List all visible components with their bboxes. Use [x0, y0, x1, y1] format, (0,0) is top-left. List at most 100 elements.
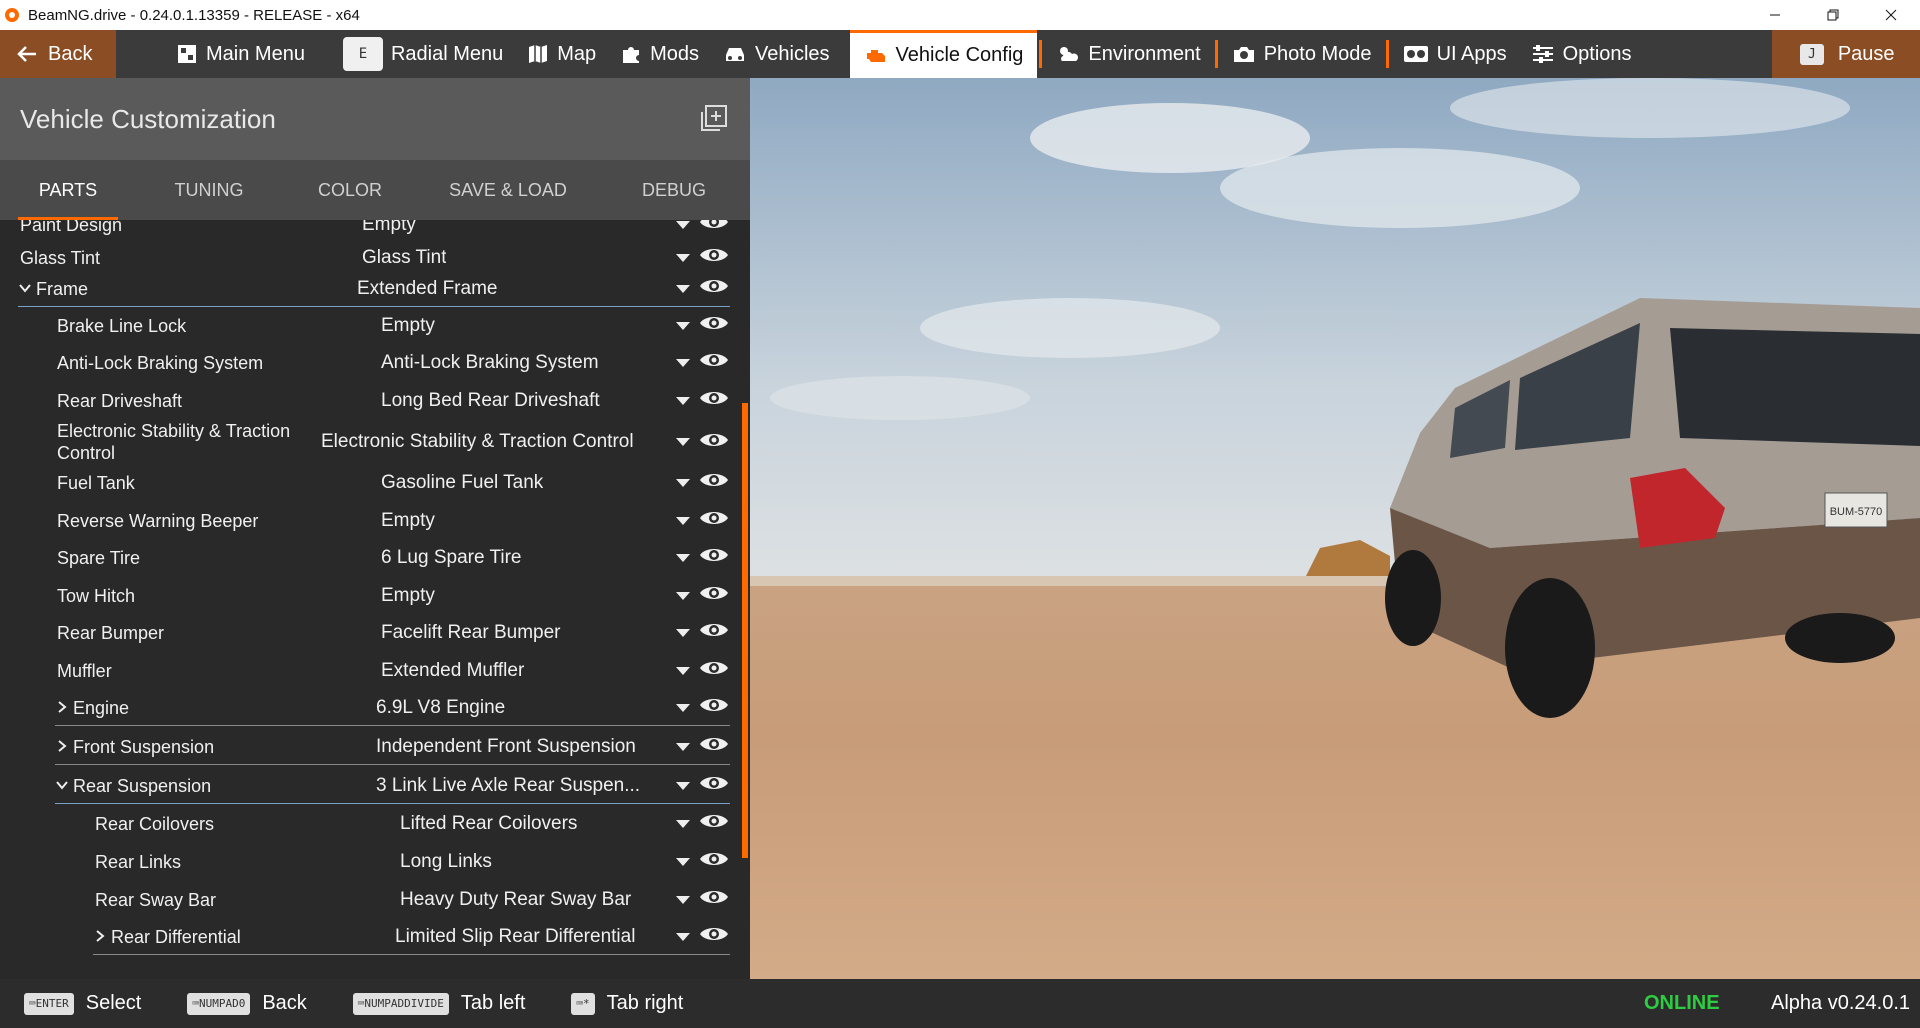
nav-mods[interactable]: Mods — [608, 30, 711, 78]
dropdown-caret-icon[interactable] — [676, 666, 690, 675]
parts-scrollbar[interactable] — [742, 403, 748, 858]
tab-parts[interactable]: PARTS — [0, 160, 136, 220]
dropdown-caret-icon[interactable] — [676, 591, 690, 600]
part-select-value[interactable]: Empty — [362, 220, 416, 236]
nav-environment[interactable]: Environment — [1044, 30, 1212, 78]
visibility-toggle[interactable] — [699, 773, 729, 798]
part-row[interactable]: Tow Hitch Empty — [0, 577, 730, 614]
part-select-value[interactable]: Limited Slip Rear Differential — [395, 926, 635, 948]
part-row[interactable]: Rear Bumper Facelift Rear Bumper — [0, 614, 730, 651]
nav-photo-mode[interactable]: Photo Mode — [1220, 30, 1384, 78]
part-select-value[interactable]: Facelift Rear Bumper — [381, 622, 561, 644]
part-select-value[interactable]: Gasoline Fuel Tank — [381, 472, 543, 494]
part-row[interactable]: Rear Coilovers Lifted Rear Coilovers — [0, 805, 730, 842]
dropdown-caret-icon[interactable] — [676, 358, 690, 367]
minimize-button[interactable] — [1746, 0, 1804, 30]
part-row[interactable]: Muffler Extended Muffler — [0, 652, 730, 689]
part-select-value[interactable]: 6.9L V8 Engine — [376, 697, 505, 719]
part-select-value[interactable]: Empty — [381, 510, 435, 532]
part-select-value[interactable]: Long Bed Rear Driveshaft — [381, 390, 600, 412]
visibility-toggle[interactable] — [699, 350, 729, 375]
pause-button[interactable]: J Pause — [1772, 30, 1920, 78]
part-row[interactable]: Spare Tire 6 Lug Spare Tire — [0, 539, 730, 576]
part-row[interactable]: Rear Links Long Links — [0, 843, 730, 880]
part-row[interactable]: Electronic Stability & Traction Control E… — [0, 416, 730, 468]
dropdown-caret-icon[interactable] — [676, 253, 690, 262]
visibility-toggle[interactable] — [699, 583, 729, 608]
close-window-button[interactable] — [1862, 0, 1920, 30]
part-select-value[interactable]: Empty — [381, 315, 435, 337]
tab-color[interactable]: COLOR — [282, 160, 418, 220]
nav-vehicles[interactable]: Vehicles — [711, 30, 842, 78]
nav-ui-apps[interactable]: UI Apps — [1391, 30, 1519, 78]
tab-save-load[interactable]: SAVE & LOAD — [418, 160, 598, 220]
part-row[interactable]: Brake Line Lock Empty — [0, 307, 730, 344]
dropdown-caret-icon[interactable] — [676, 396, 690, 405]
nav-map[interactable]: Map — [515, 30, 608, 78]
part-select-value[interactable]: Lifted Rear Coilovers — [400, 813, 577, 835]
dropdown-caret-icon[interactable] — [676, 321, 690, 330]
visibility-toggle[interactable] — [699, 388, 729, 413]
part-row[interactable]: Fuel Tank Gasoline Fuel Tank — [0, 464, 730, 501]
part-select-value[interactable]: Glass Tint — [362, 247, 446, 269]
part-select-value[interactable]: Extended Muffler — [381, 660, 524, 682]
visibility-toggle[interactable] — [699, 620, 729, 645]
nav-options[interactable]: Options — [1519, 30, 1644, 78]
visibility-toggle[interactable] — [699, 245, 729, 270]
visibility-toggle[interactable] — [699, 313, 729, 338]
part-row[interactable]: Reverse Warning Beeper Empty — [0, 502, 730, 539]
dropdown-caret-icon[interactable] — [676, 703, 690, 712]
part-select-value[interactable]: Long Links — [400, 851, 492, 873]
dropdown-caret-icon[interactable] — [676, 819, 690, 828]
dropdown-caret-icon[interactable] — [676, 781, 690, 790]
tab-tuning[interactable]: TUNING — [136, 160, 282, 220]
visibility-toggle[interactable] — [699, 276, 729, 301]
part-row[interactable]: Engine 6.9L V8 Engine — [0, 689, 730, 726]
part-select-value[interactable]: Independent Front Suspension — [376, 736, 636, 758]
part-row[interactable]: Frame Extended Frame — [0, 270, 730, 307]
part-select-value[interactable]: Empty — [381, 585, 435, 607]
visibility-toggle[interactable] — [699, 658, 729, 683]
part-row[interactable]: Rear Driveshaft Long Bed Rear Driveshaft — [0, 382, 730, 419]
nav-main-menu[interactable]: Main Menu — [164, 30, 317, 78]
dropdown-caret-icon[interactable] — [676, 438, 690, 446]
dropdown-caret-icon[interactable] — [676, 742, 690, 751]
game-viewport[interactable]: BUM-5770 — [750, 78, 1920, 979]
visibility-toggle[interactable] — [699, 545, 729, 570]
dropdown-caret-icon[interactable] — [676, 553, 690, 562]
nav-vehicle-config[interactable]: Vehicle Config — [849, 30, 1038, 78]
dropdown-caret-icon[interactable] — [676, 478, 690, 487]
visibility-toggle[interactable] — [699, 470, 729, 495]
part-row[interactable]: Rear Sway Bar Heavy Duty Rear Sway Bar — [0, 881, 730, 918]
visibility-toggle[interactable] — [699, 887, 729, 912]
dropdown-caret-icon[interactable] — [676, 857, 690, 866]
chevron-right-icon[interactable] — [55, 736, 69, 758]
dropdown-caret-icon[interactable] — [676, 895, 690, 904]
dropdown-caret-icon[interactable] — [676, 284, 690, 293]
visibility-toggle[interactable] — [699, 508, 729, 533]
part-row[interactable]: Rear Differential Limited Slip Rear Diffe… — [0, 918, 730, 955]
visibility-toggle[interactable] — [699, 430, 729, 455]
part-row[interactable]: Rear Suspension 3 Link Live Axle Rear Sus… — [0, 767, 730, 804]
part-row[interactable]: Anti-Lock Braking System Anti-Lock Brakin… — [0, 344, 730, 381]
chevron-right-icon[interactable] — [55, 697, 69, 719]
part-select-value[interactable]: Electronic Stability & Traction Control — [321, 431, 634, 453]
restore-button[interactable] — [1804, 0, 1862, 30]
dropdown-caret-icon[interactable] — [676, 220, 690, 229]
part-row[interactable]: Front Suspension Independent Front Suspen… — [0, 728, 730, 765]
chevron-down-icon[interactable] — [55, 775, 69, 797]
chevron-down-icon[interactable] — [18, 278, 32, 300]
visibility-toggle[interactable] — [699, 695, 729, 720]
chevron-right-icon[interactable] — [93, 926, 107, 948]
visibility-toggle[interactable] — [699, 924, 729, 949]
part-select-value[interactable]: Extended Frame — [357, 278, 497, 300]
add-window-icon[interactable] — [700, 104, 728, 132]
visibility-toggle[interactable] — [699, 849, 729, 874]
part-select-value[interactable]: 3 Link Live Axle Rear Suspen... — [376, 775, 640, 797]
visibility-toggle[interactable] — [699, 220, 729, 237]
part-select-value[interactable]: Anti-Lock Braking System — [381, 352, 599, 374]
part-select-value[interactable]: Heavy Duty Rear Sway Bar — [400, 889, 631, 911]
tab-debug[interactable]: DEBUG — [598, 160, 750, 220]
dropdown-caret-icon[interactable] — [676, 932, 690, 941]
visibility-toggle[interactable] — [699, 811, 729, 836]
